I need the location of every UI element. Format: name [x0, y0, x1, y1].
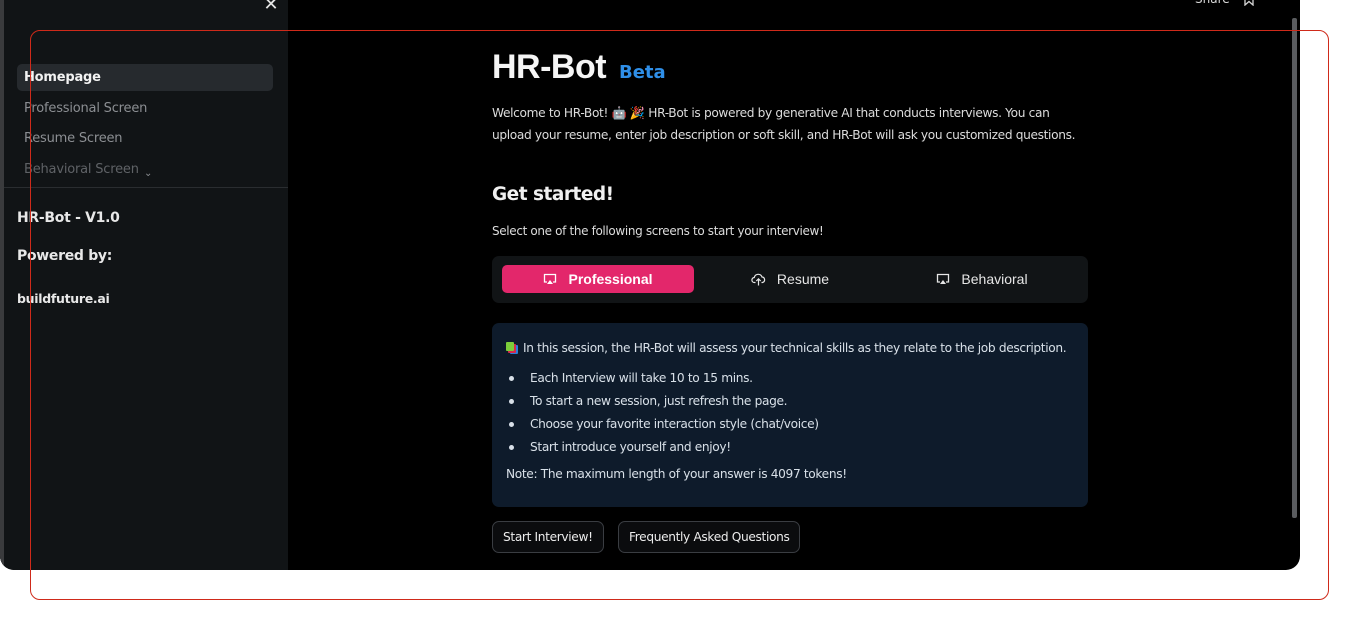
intro-text: Welcome to HR-Bot! 🤖 🎉 HR-Bot is powered… [492, 102, 1092, 146]
app-version: HR-Bot - V1.0 [17, 210, 120, 226]
beta-badge: Beta [618, 62, 666, 83]
title-text: HR-Bot [492, 48, 607, 86]
get-started-heading: Get started! [492, 184, 614, 205]
sidebar-divider [4, 187, 288, 188]
tab-behavioral-label: Behavioral [961, 271, 1028, 287]
faq-button[interactable]: Frequently Asked Questions [618, 521, 801, 553]
close-icon: ✕ [263, 0, 279, 14]
main-scrollbar[interactable] [1292, 18, 1297, 518]
chevron-down-icon[interactable]: ⌄ [144, 168, 152, 179]
info-note: Note: The maximum length of your answer … [506, 467, 847, 481]
sidebar-item-homepage[interactable]: Homepage [17, 64, 273, 91]
tab-resume[interactable]: Resume [694, 265, 886, 293]
screen-cast-icon [937, 273, 950, 284]
sidebar-item-resume-screen[interactable]: Resume Screen [17, 125, 273, 152]
info-list: Each Interview will take 10 to 15 mins. … [506, 369, 1074, 461]
tab-professional-label: Professional [568, 271, 653, 287]
app-window: ✕ Homepage Professional Screen Resume Sc… [0, 0, 1300, 570]
tab-behavioral[interactable]: Behavioral [886, 265, 1078, 293]
start-interview-button[interactable]: Start Interview! [492, 521, 604, 553]
share-button[interactable]: Share [1195, 0, 1230, 6]
powered-by-label: Powered by: [17, 248, 113, 264]
tab-professional[interactable]: Professional [502, 265, 694, 293]
page-title: HR-Bot Beta [492, 48, 666, 87]
info-lead-text: In this session, the HR-Bot will assess … [523, 341, 1067, 355]
tab-resume-label: Resume [776, 271, 830, 287]
info-list-item: To start a new session, just refresh the… [506, 392, 1074, 415]
info-list-item: Choose your favorite interaction style (… [506, 415, 1074, 438]
info-list-item: Each Interview will take 10 to 15 mins. [506, 369, 1074, 392]
sidebar-item-professional-screen[interactable]: Professional Screen [17, 95, 273, 122]
robot-party-emojis: 🤖 🎉 [611, 106, 646, 120]
cloud-upload-icon [751, 273, 766, 285]
sidebar: ✕ Homepage Professional Screen Resume Sc… [0, 0, 288, 570]
screen-tabs: Professional Resume Behavioral [492, 256, 1088, 303]
intro-part-1: Welcome to HR-Bot! [492, 106, 612, 120]
star-icon[interactable] [1243, 0, 1255, 6]
close-sidebar-button[interactable]: ✕ [261, 0, 281, 14]
info-box: In this session, the HR-Bot will assess … [492, 323, 1088, 507]
screen-cast-icon [544, 273, 557, 284]
info-list-item: Start introduce yourself and enjoy! [506, 438, 1074, 461]
get-started-subtitle: Select one of the following screens to s… [492, 224, 824, 238]
books-icon [506, 341, 520, 355]
powered-by-link[interactable]: buildfuture.ai [17, 291, 110, 306]
info-lead: In this session, the HR-Bot will assess … [506, 339, 1074, 357]
